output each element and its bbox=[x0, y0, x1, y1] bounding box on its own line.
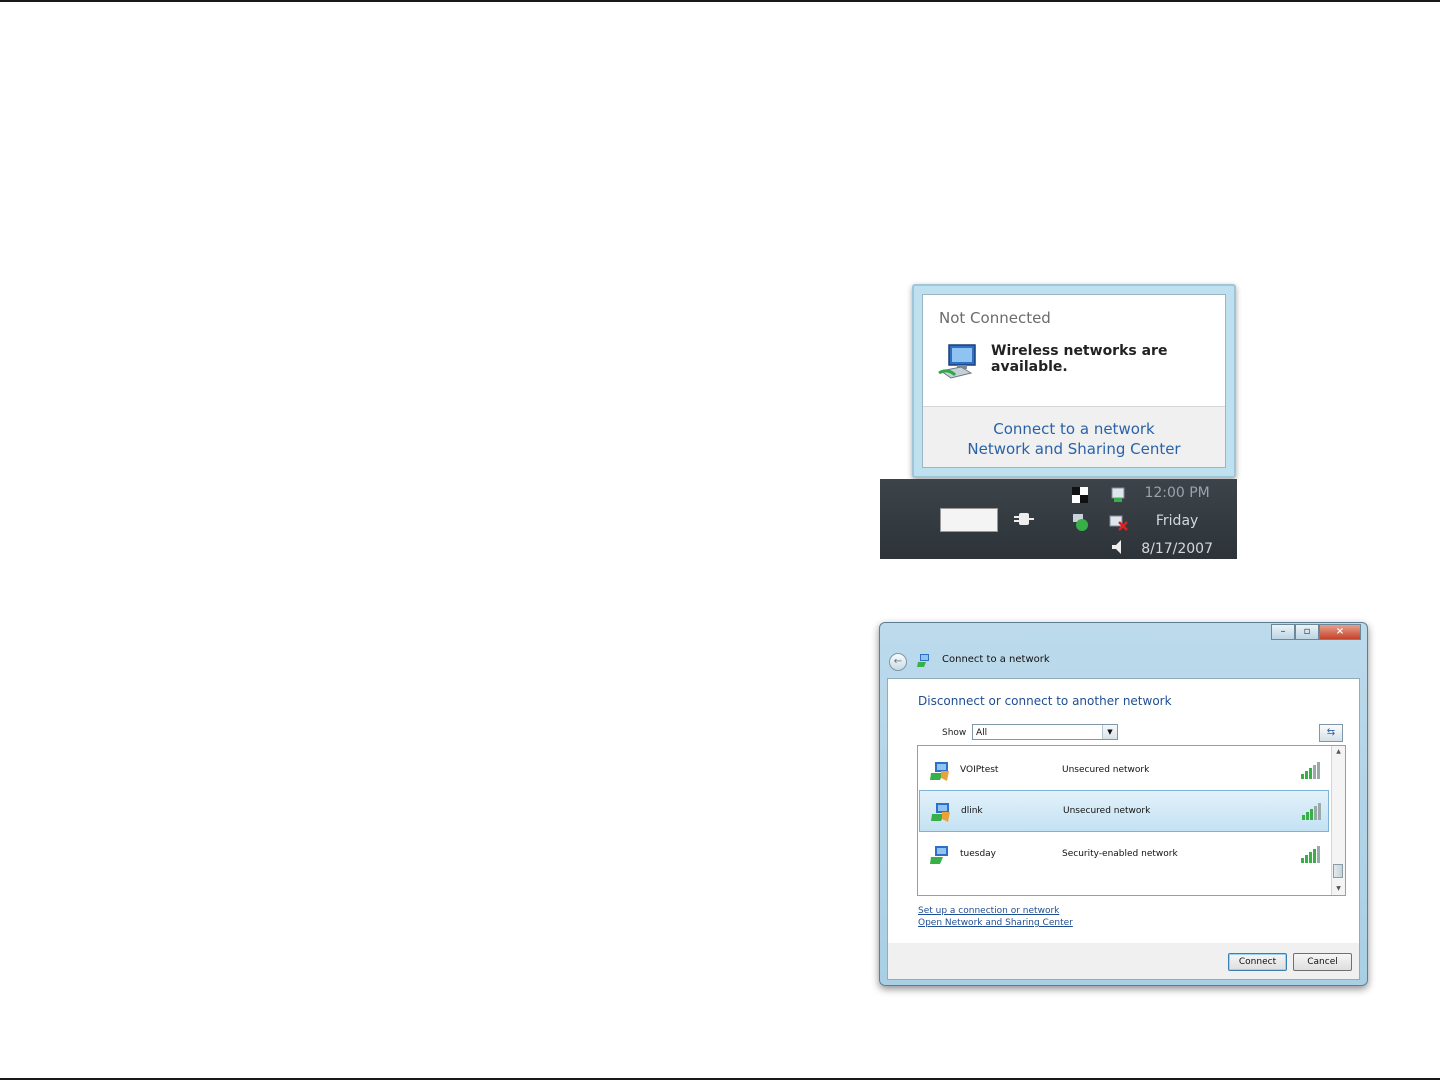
window-content: Disconnect or connect to another network… bbox=[887, 678, 1360, 944]
popup-links: Connect to a network Network and Sharing… bbox=[923, 406, 1225, 467]
back-arrow-icon[interactable]: ← bbox=[889, 653, 907, 671]
signal-strength-icon bbox=[1301, 762, 1320, 779]
network-security: Security-enabled network bbox=[1062, 849, 1178, 859]
taskbar-input-box[interactable] bbox=[940, 508, 998, 532]
unsecured-network-icon bbox=[930, 762, 949, 781]
open-sharing-center-link[interactable]: Open Network and Sharing Center bbox=[918, 918, 1073, 928]
list-scrollbar[interactable]: ▲ ▼ bbox=[1331, 746, 1345, 895]
popup-body: Not Connected Wireless networks are avai… bbox=[922, 294, 1226, 468]
network-security: Unsecured network bbox=[1062, 765, 1150, 775]
network-list: VOIPtest Unsecured network dlink Unsecur… bbox=[917, 745, 1346, 896]
network-disconnected-icon[interactable] bbox=[1108, 512, 1128, 532]
taskbar: 12:00 PM Friday 8/17/2007 bbox=[880, 479, 1237, 559]
scroll-up-icon[interactable]: ▲ bbox=[1332, 746, 1345, 758]
maximize-button[interactable]: ▫ bbox=[1295, 624, 1319, 640]
minimize-button[interactable]: – bbox=[1271, 624, 1295, 640]
clock-time: 12:00 PM bbox=[1144, 485, 1210, 501]
popup-title: Not Connected bbox=[939, 309, 1051, 327]
show-dropdown-value: All bbox=[976, 728, 988, 738]
network-name: dlink bbox=[961, 806, 983, 816]
refresh-icon: ⇆ bbox=[1326, 727, 1336, 738]
scroll-down-icon[interactable]: ▼ bbox=[1332, 883, 1345, 895]
network-wizard-icon bbox=[917, 654, 929, 667]
connect-to-network-window: – ▫ × ← Connect to a network Disconnect … bbox=[879, 622, 1368, 986]
volume-icon[interactable] bbox=[1108, 537, 1128, 557]
power-plug-icon[interactable] bbox=[1012, 507, 1036, 531]
secured-network-icon bbox=[930, 846, 948, 864]
refresh-button[interactable]: ⇆ bbox=[1319, 724, 1343, 742]
network-sharing-center-link[interactable]: Network and Sharing Center bbox=[923, 439, 1225, 459]
connect-button[interactable]: Connect bbox=[1228, 953, 1287, 971]
tray-network-icon[interactable] bbox=[1108, 485, 1128, 505]
show-label: Show bbox=[942, 728, 967, 738]
top-rule bbox=[0, 0, 1440, 2]
network-name: VOIPtest bbox=[960, 765, 999, 775]
bottom-rule bbox=[0, 1078, 1440, 1080]
window-footer: Connect Cancel bbox=[887, 943, 1360, 980]
window-title: Connect to a network bbox=[942, 654, 1050, 665]
network-notification-popup: Not Connected Wireless networks are avai… bbox=[912, 284, 1236, 478]
network-security: Unsecured network bbox=[1063, 806, 1151, 816]
page-subtitle: Disconnect or connect to another network bbox=[918, 694, 1172, 708]
tray-flag-icon[interactable] bbox=[1070, 485, 1090, 505]
show-dropdown[interactable]: All ▼ bbox=[972, 724, 1118, 740]
taskbar-clock[interactable]: 12:00 PM Friday 8/17/2007 bbox=[1141, 479, 1213, 563]
network-row-dlink[interactable]: dlink Unsecured network bbox=[919, 790, 1329, 832]
chevron-down-icon: ▼ bbox=[1102, 725, 1117, 739]
setup-connection-link[interactable]: Set up a connection or network bbox=[918, 906, 1059, 916]
clock-date: 8/17/2007 bbox=[1141, 541, 1213, 557]
scroll-thumb[interactable] bbox=[1333, 864, 1343, 878]
signal-strength-icon bbox=[1301, 846, 1320, 863]
network-name: tuesday bbox=[960, 849, 997, 859]
notification-screenshot: Not Connected Wireless networks are avai… bbox=[880, 272, 1237, 559]
window-controls: – ▫ × bbox=[1271, 624, 1361, 640]
tray-shield-icon[interactable] bbox=[1070, 512, 1090, 532]
connect-to-network-link[interactable]: Connect to a network bbox=[923, 419, 1225, 439]
network-row-voiptest[interactable]: VOIPtest Unsecured network bbox=[919, 750, 1329, 792]
popup-message: Wireless networks are available. bbox=[991, 343, 1168, 375]
close-button[interactable]: × bbox=[1319, 624, 1361, 640]
network-computer-icon bbox=[938, 344, 976, 379]
unsecured-network-icon bbox=[931, 803, 950, 822]
cancel-button[interactable]: Cancel bbox=[1293, 953, 1352, 971]
signal-strength-icon bbox=[1302, 803, 1321, 820]
network-row-tuesday[interactable]: tuesday Security-enabled network bbox=[919, 834, 1329, 876]
clock-day: Friday bbox=[1155, 513, 1199, 529]
